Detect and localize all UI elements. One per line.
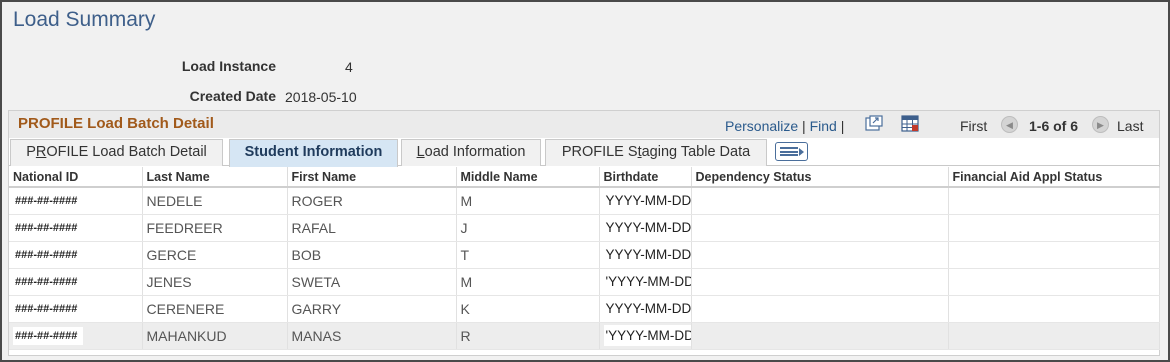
tab-profile-staging-table-data[interactable]: PROFILE Staging Table Data: [545, 139, 767, 166]
column-header-last-name[interactable]: Last Name: [142, 167, 288, 188]
column-header-financial-aid-appl-status[interactable]: Financial Aid Appl Status: [948, 167, 1160, 188]
column-header-dependency-status[interactable]: Dependency Status: [691, 167, 949, 188]
national-id-cell: ###-##-####: [9, 268, 143, 296]
middle-name-cell: K: [456, 295, 600, 323]
last-name-cell: CERENERE: [142, 295, 288, 323]
load-instance-value: 4: [345, 59, 353, 75]
first-name-cell: RAFAL: [287, 214, 457, 242]
tab-label: PROFILE S: [561, 144, 638, 160]
table-row: ###-##-#### CERENERE GARRY K YYYY-MM-DD: [9, 295, 1160, 323]
middle-name-cell: M: [456, 268, 600, 296]
tab-label: oad Information: [424, 144, 526, 160]
grid-toolbar: Personalize | Find |: [725, 118, 844, 134]
first-name-cell: ROGER: [287, 187, 457, 215]
financial-aid-status-cell: [948, 322, 1160, 350]
table-row: ###-##-#### JENES SWETA M 'YYYY-MM-DD: [9, 268, 1160, 296]
national-id-cell: ###-##-####: [9, 295, 143, 323]
last-name-cell: FEEDREER: [142, 214, 288, 242]
first-link[interactable]: First: [960, 118, 987, 134]
birthdate-cell: YYYY-MM-DD: [599, 241, 692, 269]
tab-label-accesskey: R: [35, 144, 47, 160]
tab-profile-load-batch-detail[interactable]: PROFILE Load Batch Detail: [10, 139, 223, 166]
tab-label-accesskey: L: [416, 144, 425, 160]
middle-name-cell: M: [456, 187, 600, 215]
middle-name-cell: R: [456, 322, 600, 350]
financial-aid-status-cell: [948, 268, 1160, 296]
find-link[interactable]: Find: [810, 118, 837, 134]
page-frame: Load Summary Load Instance 4 Created Dat…: [0, 0, 1170, 362]
first-name-cell: GARRY: [287, 295, 457, 323]
load-instance-label: Load Instance: [181, 58, 276, 74]
table-row: ###-##-#### GERCE BOB T YYYY-MM-DD: [9, 241, 1160, 269]
birthdate-cell: 'YYYY-MM-DD: [599, 268, 692, 296]
previous-arrow-icon[interactable]: ◀: [1001, 116, 1018, 133]
last-name-cell: JENES: [142, 268, 288, 296]
birthdate-cell: YYYY-MM-DD: [599, 187, 692, 215]
national-id-cell: ###-##-####: [9, 241, 143, 269]
column-header-birthdate[interactable]: Birthdate: [599, 167, 692, 188]
national-id-cell: ###-##-####: [9, 214, 143, 242]
column-header-first-name[interactable]: First Name: [287, 167, 457, 188]
financial-aid-status-cell: [948, 295, 1160, 323]
financial-aid-status-cell: [948, 241, 1160, 269]
show-all-columns-icon[interactable]: [775, 142, 808, 161]
tab-bar: PROFILE Load Batch Detail Student Inform…: [9, 138, 1159, 167]
dependency-status-cell: [691, 322, 949, 350]
birthdate-cell: YYYY-MM-DD: [599, 295, 692, 323]
last-name-cell: NEDELE: [142, 187, 288, 215]
created-date-label: Created Date: [189, 88, 276, 104]
middle-name-cell: T: [456, 241, 600, 269]
load-batch-grid: PROFILE Load Batch Detail Personalize | …: [8, 110, 1160, 356]
last-name-cell: GERCE: [142, 241, 288, 269]
dependency-status-cell: [691, 241, 949, 269]
tab-label: aging Table Data: [641, 144, 751, 160]
row-range: 1-6 of 6: [1029, 118, 1079, 134]
student-information-table: National ID Last Name First Name Middle …: [9, 167, 1160, 350]
created-date-value: 2018-05-10: [285, 89, 357, 105]
dependency-status-cell: [691, 214, 949, 242]
next-arrow-icon[interactable]: ▶: [1092, 116, 1109, 133]
first-name-cell: SWETA: [287, 268, 457, 296]
last-name-cell: MAHANKUD: [142, 322, 288, 350]
toolbar-separator: |: [802, 118, 806, 134]
grid-title: PROFILE Load Batch Detail: [18, 115, 214, 132]
zoom-window-icon[interactable]: [865, 115, 883, 132]
toolbar-separator: |: [840, 118, 845, 134]
table-row: ###-##-#### NEDELE ROGER M YYYY-MM-DD: [9, 187, 1160, 215]
first-name-cell: MANAS: [287, 322, 457, 350]
national-id-cell: ###-##-####: [9, 187, 143, 215]
dependency-status-cell: [691, 268, 949, 296]
tab-load-information[interactable]: Load Information: [401, 139, 541, 166]
table-header-row: National ID Last Name First Name Middle …: [9, 167, 1160, 188]
dependency-status-cell: [691, 295, 949, 323]
page-title: Load Summary: [13, 8, 156, 31]
tab-label: OFILE Load Batch Detail: [46, 144, 207, 160]
birthdate-cell: YYYY-MM-DD: [599, 214, 692, 242]
grid-header: PROFILE Load Batch Detail Personalize | …: [9, 111, 1159, 138]
table-row: ###-##-#### MAHANKUD MANAS R 'YYYY-MM-DD: [9, 322, 1160, 350]
download-spreadsheet-icon[interactable]: [901, 115, 919, 132]
last-link[interactable]: Last: [1117, 118, 1143, 134]
national-id-cell: ###-##-####: [9, 322, 143, 350]
dependency-status-cell: [691, 187, 949, 215]
middle-name-cell: J: [456, 214, 600, 242]
tab-student-information[interactable]: Student Information: [229, 139, 398, 167]
table-row: ###-##-#### FEEDREER RAFAL J YYYY-MM-DD: [9, 214, 1160, 242]
column-header-national-id[interactable]: National ID: [9, 167, 143, 188]
tab-label: P: [26, 144, 36, 160]
first-name-cell: BOB: [287, 241, 457, 269]
column-header-middle-name[interactable]: Middle Name: [456, 167, 600, 188]
personalize-link[interactable]: Personalize: [725, 118, 798, 134]
financial-aid-status-cell: [948, 214, 1160, 242]
financial-aid-status-cell: [948, 187, 1160, 215]
tab-label: Student Information: [244, 144, 383, 160]
birthdate-cell: 'YYYY-MM-DD: [599, 322, 692, 350]
